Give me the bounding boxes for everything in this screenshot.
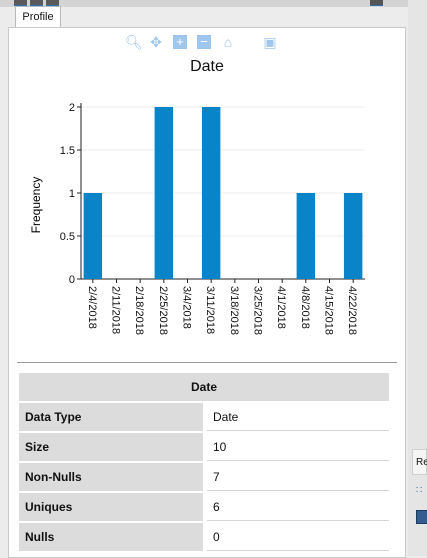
y-tick-label: 2 <box>69 102 75 114</box>
tab-profile[interactable]: Profile <box>15 6 61 28</box>
side-tab[interactable]: Re <box>412 449 427 475</box>
bar <box>201 107 221 279</box>
histogram-chart: Frequency 0 0.5 1 1.5 2 2/4/2018 2/11/2018 2/18… <box>29 102 365 335</box>
row-value: Date <box>207 403 389 431</box>
x-tick-label: 4/1/2018 <box>275 286 287 329</box>
grid-icon[interactable]: ∷ <box>416 485 422 496</box>
row-key: Uniques <box>19 493 203 521</box>
divider <box>17 362 397 363</box>
table-row: Non-Nulls 7 <box>19 463 389 491</box>
top-toolbar <box>0 0 427 7</box>
x-tick-label: 3/18/2018 <box>228 286 240 335</box>
table-row: Data Type Date <box>19 403 389 431</box>
x-tick-label: 2/18/2018 <box>133 286 145 335</box>
table-row: Nulls 0 <box>19 523 389 551</box>
bar <box>154 107 174 279</box>
y-axis-label: Frequency <box>29 177 43 234</box>
y-tick-label: 1 <box>69 188 75 200</box>
row-key: Size <box>19 433 203 461</box>
x-tick-label: 4/15/2018 <box>323 286 335 335</box>
table-title: Date <box>19 373 389 401</box>
row-value: 6 <box>207 493 389 521</box>
row-value: 10 <box>207 433 389 461</box>
image-icon[interactable] <box>416 510 427 524</box>
y-tick-label: 0.5 <box>60 231 75 243</box>
x-tick-label: 4/22/2018 <box>346 286 358 335</box>
bar <box>83 193 103 279</box>
x-tick-label: 2/4/2018 <box>86 286 98 329</box>
y-tick-label: 1.5 <box>60 145 75 157</box>
x-tick-label: 3/25/2018 <box>252 286 264 335</box>
table-row: Size 10 <box>19 433 389 461</box>
profile-panel: 🔍︎ ✥ + − ⌂ ▣ Date Frequency 0 0.5 1 1.5 2 2/4… <box>8 27 406 558</box>
table-row: Uniques 6 <box>19 493 389 521</box>
x-tick-label: 2/25/2018 <box>157 286 169 335</box>
bar <box>343 193 363 279</box>
row-key: Non-Nulls <box>19 463 203 491</box>
x-tick-label: 3/4/2018 <box>181 286 193 329</box>
x-tick-label: 4/8/2018 <box>299 286 311 329</box>
bar <box>296 193 316 279</box>
row-value: 7 <box>207 463 389 491</box>
row-key: Data Type <box>19 403 203 431</box>
y-tick-label: 0 <box>69 274 75 286</box>
x-tick-label: 3/11/2018 <box>204 286 216 334</box>
x-tick-label: 2/11/2018 <box>110 286 122 334</box>
row-value: 0 <box>207 523 389 551</box>
toolbar-icon[interactable] <box>370 0 383 6</box>
row-key: Nulls <box>19 523 203 551</box>
